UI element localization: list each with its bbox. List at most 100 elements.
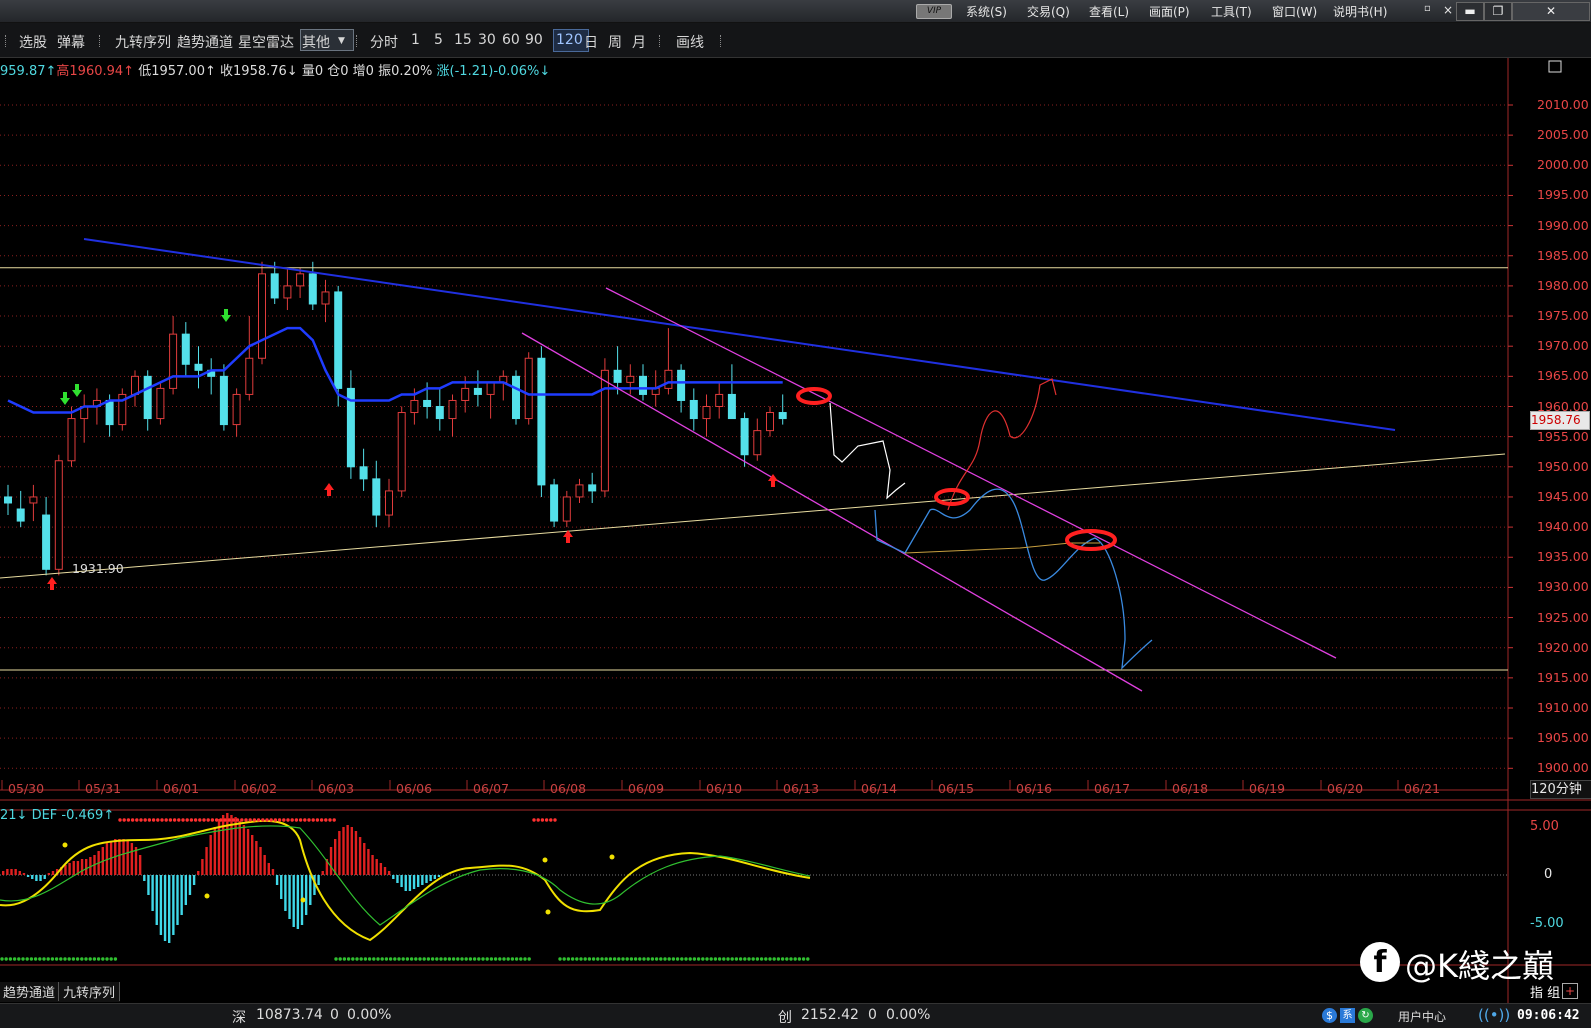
period-1[interactable]: 1 bbox=[411, 32, 420, 48]
macd-histogram-bar bbox=[429, 875, 432, 881]
menu-manual[interactable]: 说明书(H) bbox=[1333, 3, 1387, 20]
macd-tick-5: 5.00 bbox=[1530, 819, 1559, 834]
macd-bottom-dots bbox=[54, 957, 59, 961]
period-timeshare[interactable]: 分时 bbox=[370, 32, 398, 52]
tool-radar[interactable]: 星空雷达 bbox=[238, 32, 294, 52]
menu-tools[interactable]: 工具(T) bbox=[1211, 3, 1252, 20]
macd-top-dots bbox=[269, 818, 273, 822]
tab-trend-channel[interactable]: 趋势通道 bbox=[0, 982, 60, 1001]
menu-trade[interactable]: 交易(Q) bbox=[1027, 3, 1070, 20]
period-month[interactable]: 月 bbox=[632, 32, 646, 52]
macd-histogram-bar bbox=[417, 875, 420, 887]
close-small-icon[interactable]: × bbox=[1443, 3, 1453, 17]
tool-nine-turn[interactable]: 九转序列 bbox=[115, 32, 171, 52]
macd-bottom-dots bbox=[414, 957, 418, 961]
menu-system[interactable]: 系统(S) bbox=[966, 3, 1007, 20]
price-chart[interactable] bbox=[0, 58, 1591, 1003]
macd-histogram-bar bbox=[280, 875, 283, 899]
period-week[interactable]: 周 bbox=[608, 32, 622, 52]
period-30[interactable]: 30 bbox=[478, 32, 496, 48]
restore-small-icon[interactable]: ▫ bbox=[1424, 3, 1431, 14]
period-60[interactable]: 60 bbox=[502, 32, 520, 48]
macd-bottom-dots bbox=[334, 957, 338, 961]
macd-bottom-dots bbox=[519, 957, 523, 961]
tool-stock-picker[interactable]: 选股 bbox=[19, 32, 47, 52]
tool-trend-channel[interactable]: 趋势通道 bbox=[177, 32, 233, 52]
maximize-icon[interactable]: ❐ bbox=[1484, 2, 1512, 21]
candle-body bbox=[766, 412, 774, 432]
candle-body bbox=[613, 369, 622, 383]
macd-bottom-dots bbox=[468, 957, 473, 961]
user-center-link[interactable]: 用户中心 bbox=[1398, 1008, 1446, 1025]
candle-body bbox=[67, 418, 76, 462]
date-tick-label: 06/02 bbox=[241, 781, 278, 796]
macd-histogram-bar bbox=[188, 875, 192, 895]
macd-histogram-bar bbox=[35, 875, 38, 881]
indicator-dif: 21↓ bbox=[0, 808, 28, 823]
macd-top-dots bbox=[210, 818, 215, 822]
minimize-icon[interactable]: ▬ bbox=[1456, 2, 1484, 21]
macd-histogram-bar bbox=[2, 871, 5, 875]
period-day[interactable]: 日 bbox=[584, 32, 598, 52]
refresh-icon[interactable]: ↻ bbox=[1358, 1008, 1373, 1023]
macd-bottom-dots bbox=[418, 957, 422, 961]
period-90[interactable]: 90 bbox=[525, 32, 543, 48]
date-tick-label: 06/08 bbox=[550, 781, 587, 796]
period-120[interactable]: 120 bbox=[556, 32, 583, 48]
menu-screen[interactable]: 画面(P) bbox=[1149, 3, 1190, 20]
macd-histogram-bar bbox=[412, 875, 416, 889]
indicator-tabs: 趋势通道 九转序列 bbox=[0, 982, 121, 1002]
macd-histogram-bar bbox=[408, 875, 412, 891]
vip-badge[interactable]: VIP bbox=[916, 4, 952, 19]
candle-body bbox=[397, 412, 406, 492]
macd-histogram-bar bbox=[118, 839, 121, 875]
macd-bottom-dots bbox=[684, 957, 688, 961]
macd-histogram-bar bbox=[309, 875, 312, 905]
cy-label: 创 bbox=[778, 1010, 792, 1026]
macd-bottom-dots bbox=[621, 957, 625, 961]
macd-histogram-bar bbox=[138, 855, 142, 875]
macd-top-dots bbox=[328, 818, 332, 822]
macd-top-dots bbox=[261, 818, 265, 822]
price-tick-label: 1965.00 bbox=[1537, 368, 1589, 384]
macd-histogram-bar bbox=[159, 875, 163, 935]
macd-histogram-bar bbox=[321, 871, 324, 875]
separator bbox=[5, 35, 8, 47]
candle-body bbox=[321, 291, 330, 305]
tool-draw-line[interactable]: 画线 bbox=[676, 32, 704, 52]
macd-bottom-dots bbox=[604, 957, 608, 961]
macd-histogram-bar bbox=[288, 875, 291, 919]
macd-bottom-dots bbox=[380, 957, 384, 961]
date-tick-label: 06/07 bbox=[473, 781, 510, 796]
macd-bottom-dots bbox=[659, 957, 663, 961]
cy-value: 2152.42 bbox=[801, 1007, 859, 1023]
sz-percent: 0.00% bbox=[347, 1007, 392, 1023]
dollar-icon[interactable]: $ bbox=[1322, 1008, 1337, 1023]
macd-bottom-dots bbox=[456, 957, 460, 961]
period-15[interactable]: 15 bbox=[454, 32, 472, 48]
macd-bottom-dots bbox=[498, 957, 502, 961]
macd-histogram-bar bbox=[354, 831, 358, 875]
macd-histogram-bar bbox=[246, 829, 250, 875]
tab-nine-turn[interactable]: 九转序列 bbox=[59, 982, 121, 1001]
macd-bottom-dots bbox=[780, 957, 785, 961]
menu-view[interactable]: 查看(L) bbox=[1089, 3, 1129, 20]
macd-bottom-dots bbox=[33, 957, 38, 961]
macd-bottom-dots bbox=[650, 957, 655, 961]
tool-danmaku[interactable]: 弹幕 bbox=[57, 32, 85, 52]
period-5[interactable]: 5 bbox=[434, 32, 443, 48]
close-icon[interactable]: ✕ bbox=[1512, 2, 1590, 21]
right-tabs[interactable]: 指 组 bbox=[1530, 982, 1560, 1001]
add-icon[interactable]: + bbox=[1562, 983, 1578, 999]
candle-body bbox=[575, 484, 584, 498]
macd-bottom-dots bbox=[633, 957, 638, 961]
menu-window[interactable]: 窗口(W) bbox=[1272, 3, 1317, 20]
macd-bottom-dots bbox=[4, 957, 8, 961]
macd-bottom-dots bbox=[734, 957, 739, 961]
candle-body bbox=[778, 412, 787, 420]
macd-histogram-bar bbox=[64, 865, 67, 875]
macd-histogram-bar bbox=[176, 875, 179, 925]
candle-body bbox=[727, 393, 736, 420]
macd-bottom-dots bbox=[591, 957, 596, 961]
exchange-icon[interactable]: 系 bbox=[1340, 1008, 1355, 1023]
